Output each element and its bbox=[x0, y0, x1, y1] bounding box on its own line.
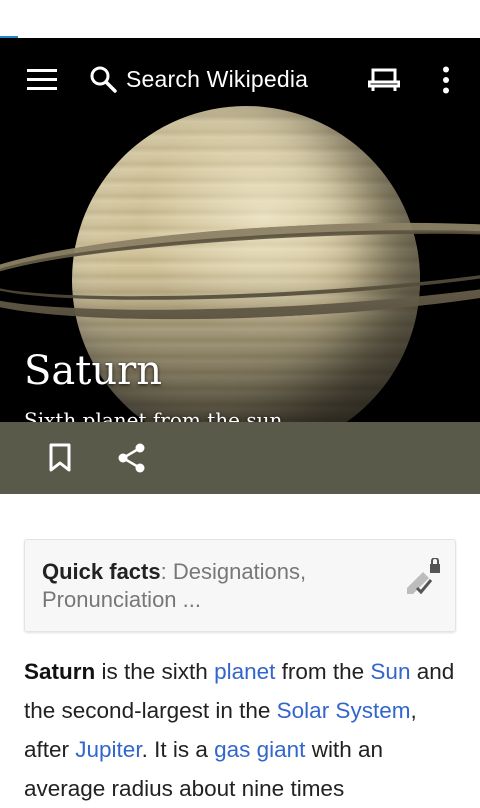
link-planet[interactable]: planet bbox=[214, 659, 275, 684]
top-toolbar: Search Wikipedia bbox=[0, 38, 480, 122]
page-action-bar bbox=[0, 422, 480, 494]
search-icon[interactable] bbox=[86, 62, 120, 96]
page-title: Saturn bbox=[24, 348, 162, 394]
share-icon[interactable] bbox=[114, 440, 150, 476]
edit-locked-icon bbox=[403, 557, 443, 598]
reading-list-icon[interactable] bbox=[364, 64, 404, 96]
quick-facts-label: Quick facts bbox=[42, 559, 161, 584]
search-input[interactable]: Search Wikipedia bbox=[126, 66, 308, 93]
status-bar bbox=[0, 0, 480, 40]
bookmark-icon[interactable] bbox=[44, 440, 76, 476]
article-subject: Saturn bbox=[24, 659, 96, 684]
article-text: from the bbox=[275, 659, 371, 684]
page-description: Sixth planet from the sun bbox=[24, 408, 283, 422]
link-jupiter[interactable]: Jupiter bbox=[75, 737, 141, 762]
link-sun[interactable]: Sun bbox=[370, 659, 410, 684]
article-text: . It is a bbox=[141, 737, 215, 762]
quick-facts-separator: : bbox=[160, 559, 173, 584]
link-solar-system[interactable]: Solar System bbox=[277, 698, 411, 723]
more-vertical-icon[interactable] bbox=[432, 62, 460, 98]
link-gas-giant[interactable]: gas giant bbox=[214, 737, 305, 762]
quick-facts-card[interactable]: Quick facts: Designations, Pronunciation… bbox=[24, 539, 456, 632]
hamburger-menu-icon[interactable] bbox=[24, 66, 60, 94]
article-body: Saturn is the sixth planet from the Sun … bbox=[24, 652, 464, 808]
quick-facts-text: Quick facts: Designations, Pronunciation… bbox=[42, 558, 382, 614]
article-text: is the sixth bbox=[95, 659, 215, 684]
